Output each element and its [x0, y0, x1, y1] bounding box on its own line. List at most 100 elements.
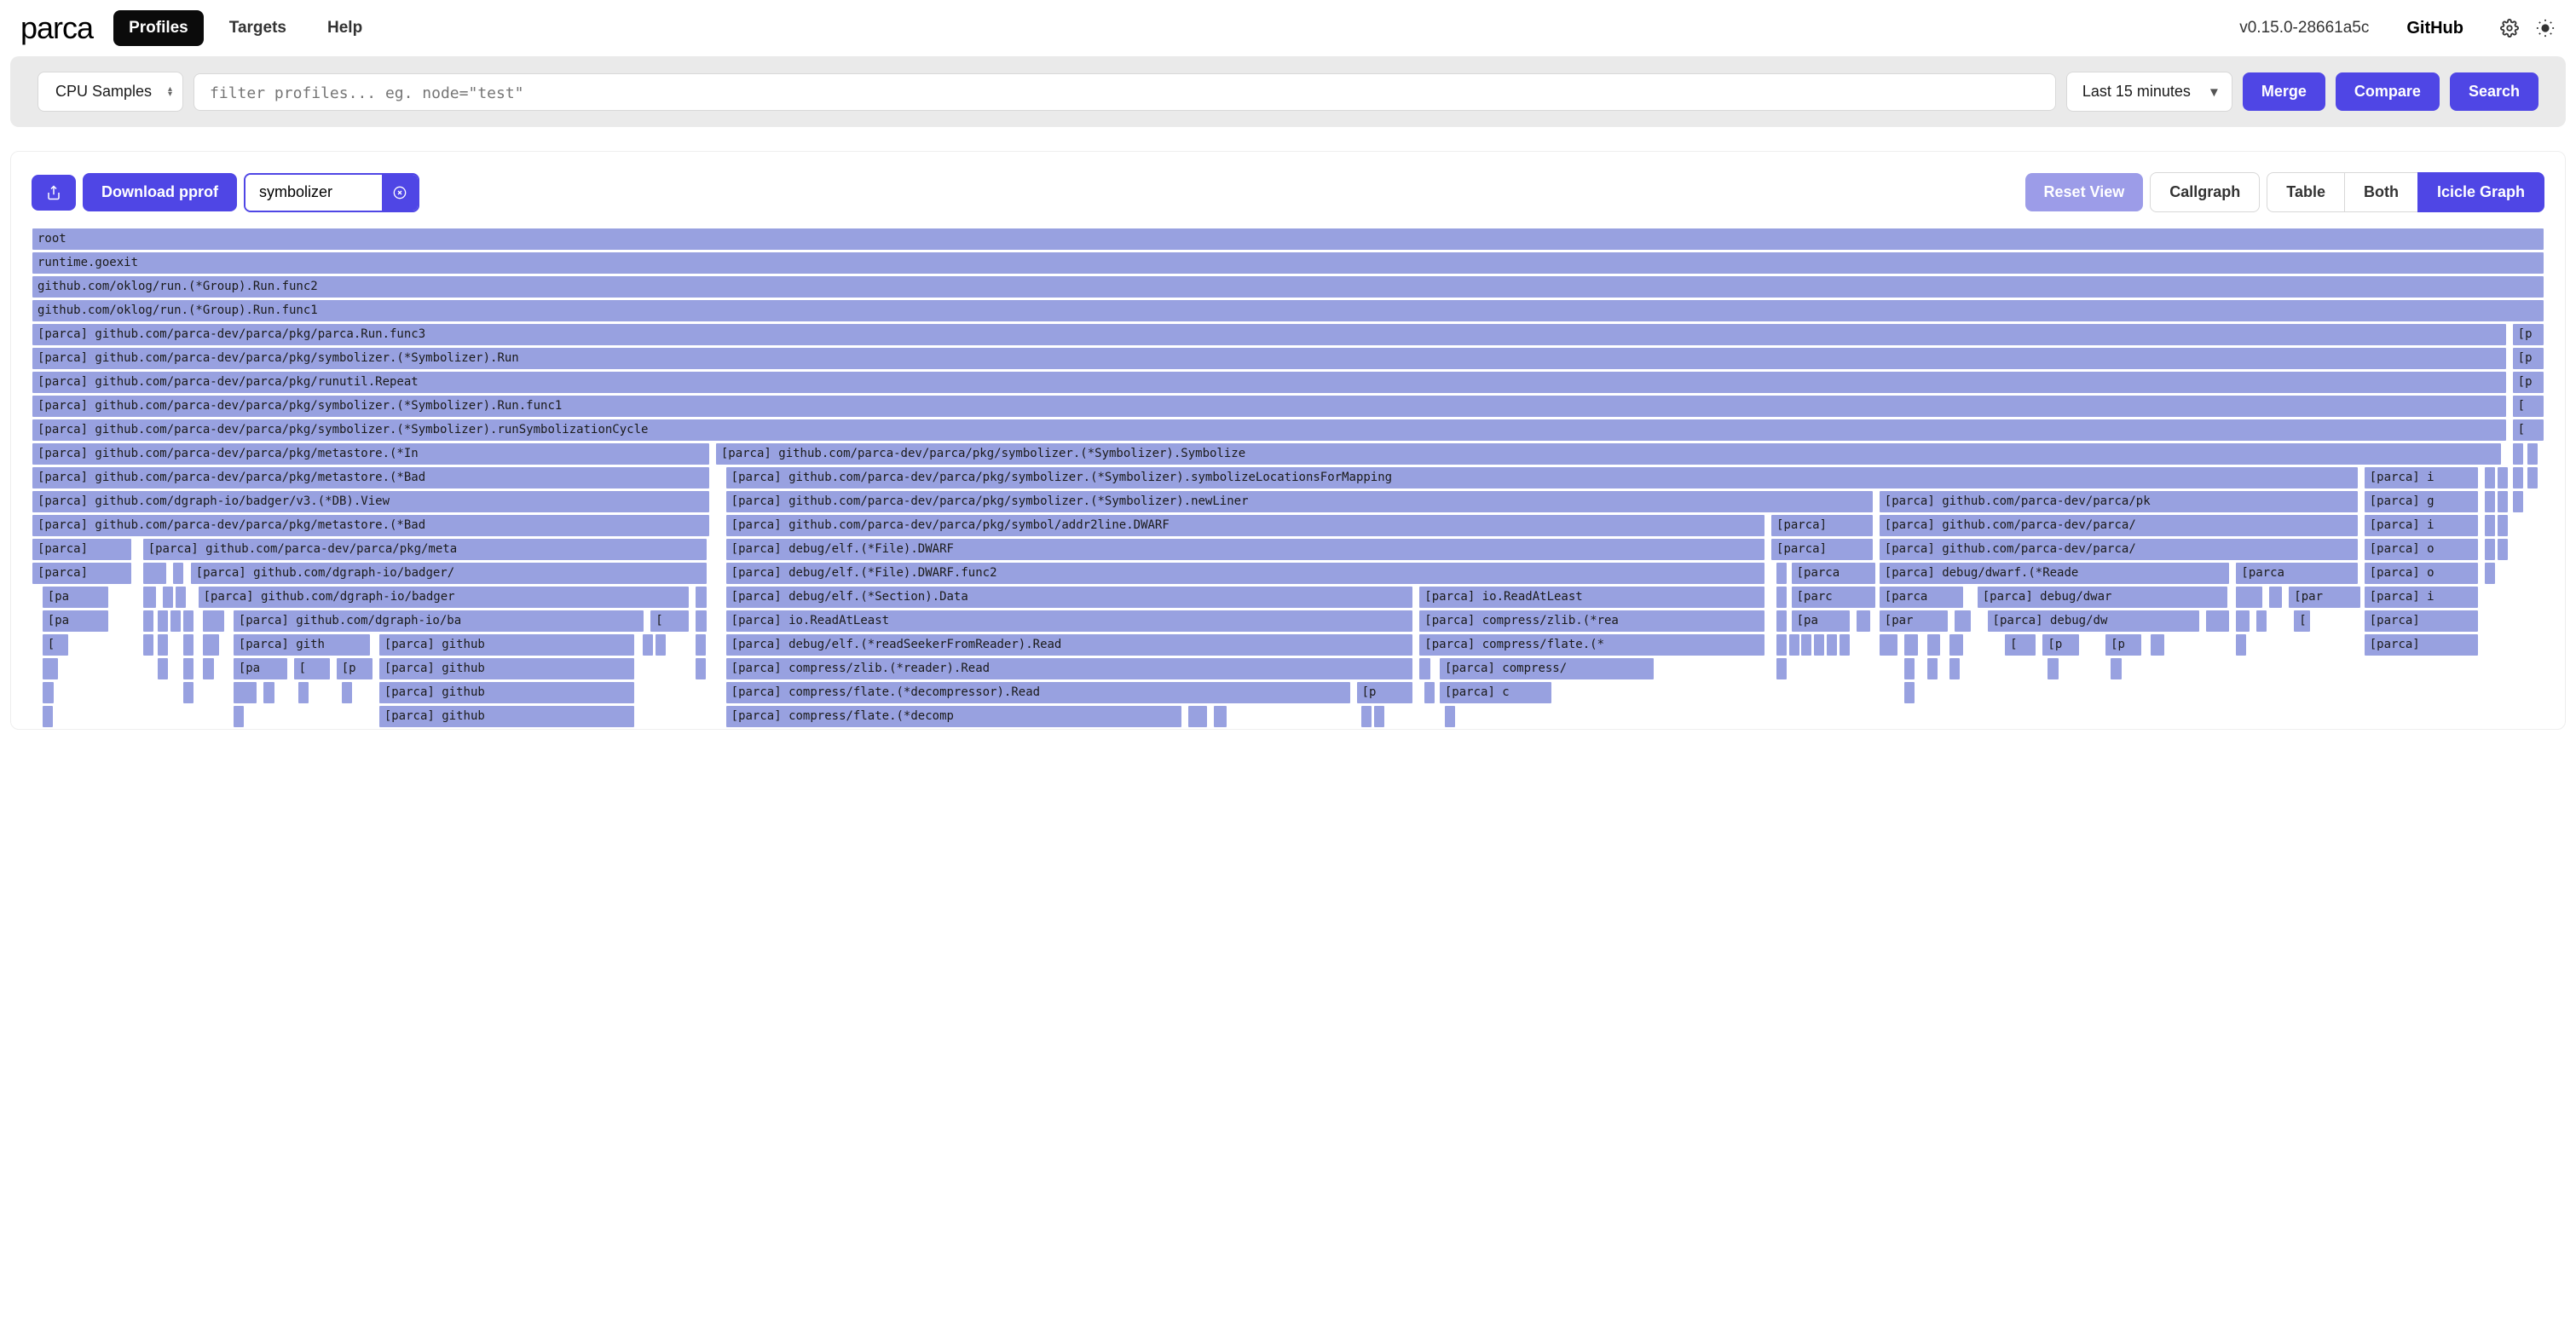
flame-frame[interactable] [695, 610, 708, 633]
flame-frame[interactable] [182, 633, 194, 656]
flame-frame[interactable] [2497, 538, 2509, 561]
flame-frame[interactable] [2205, 610, 2230, 633]
flame-frame[interactable] [42, 705, 54, 728]
flame-frame[interactable] [162, 586, 174, 609]
flame-frame[interactable]: [parca] github.com/parca-dev/parca/pkg/m… [32, 466, 710, 489]
flame-frame[interactable]: [p [2512, 323, 2544, 346]
flame-frame[interactable]: [p [2512, 347, 2544, 370]
flame-frame[interactable]: [ [650, 610, 690, 633]
profile-type-select[interactable]: CPU Samples ▴▾ [38, 72, 183, 112]
flame-frame[interactable]: [parca] compress/zlib.(*rea [1418, 610, 1765, 633]
flame-frame[interactable]: [parca] github.com/dgraph-io/badger/ [190, 562, 708, 585]
flame-frame[interactable]: [parca] io.ReadAtLeast [725, 610, 1414, 633]
flame-frame[interactable] [1776, 562, 1788, 585]
flame-frame[interactable] [172, 562, 184, 585]
flame-frame[interactable] [2484, 562, 2496, 585]
flame-frame[interactable]: [pa [1791, 610, 1851, 633]
flame-frame[interactable]: [parca [1879, 586, 1964, 609]
flame-frame[interactable] [1424, 681, 1435, 704]
flame-frame[interactable] [1879, 633, 1899, 656]
flame-frame[interactable] [2527, 442, 2538, 465]
flame-frame[interactable]: [parca] [32, 538, 132, 561]
flame-frame[interactable] [1418, 657, 1431, 680]
filter-input[interactable] [193, 73, 2056, 111]
flame-frame[interactable] [1926, 633, 1942, 656]
flame-frame[interactable]: [p [1356, 681, 1414, 704]
flame-frame[interactable]: [parca] debug/elf.(*File).DWARF [725, 538, 1765, 561]
flame-frame[interactable] [182, 610, 194, 633]
flame-frame[interactable] [1954, 610, 1972, 633]
flame-frame[interactable] [1776, 657, 1788, 680]
flame-frame[interactable] [2497, 490, 2509, 513]
flame-frame[interactable]: [p [2512, 371, 2544, 394]
flame-frame[interactable] [2110, 657, 2123, 680]
github-link[interactable]: GitHub [2406, 19, 2463, 38]
merge-button[interactable]: Merge [2243, 72, 2325, 111]
flame-frame[interactable] [2484, 538, 2496, 561]
flame-frame[interactable] [2484, 466, 2496, 489]
flame-frame[interactable] [1813, 633, 1825, 656]
flame-frame[interactable] [202, 610, 225, 633]
share-button[interactable] [32, 175, 76, 211]
flame-frame[interactable] [655, 633, 667, 656]
flame-frame[interactable]: runtime.goexit [32, 251, 2544, 275]
flame-frame[interactable]: [par [1879, 610, 1949, 633]
flame-frame[interactable]: [parca] github.com/parca-dev/parca/pkg/s… [32, 395, 2507, 418]
flame-frame[interactable]: [parca] g [2364, 490, 2480, 513]
flame-frame[interactable]: [parca] i [2364, 514, 2480, 537]
flame-frame[interactable] [2268, 586, 2284, 609]
flame-frame[interactable] [2484, 490, 2496, 513]
flame-frame[interactable] [142, 610, 154, 633]
nav-targets[interactable]: Targets [214, 10, 302, 46]
flame-frame[interactable]: [parca] c [1439, 681, 1552, 704]
flame-frame[interactable]: [ [293, 657, 331, 680]
flame-frame[interactable] [42, 657, 60, 680]
theme-icon[interactable] [2535, 18, 2556, 38]
flame-search-input[interactable] [245, 175, 382, 210]
flame-frame[interactable]: [pa [233, 657, 288, 680]
flame-frame[interactable] [2512, 490, 2524, 513]
flame-frame[interactable] [2527, 466, 2538, 489]
flame-frame[interactable] [1826, 633, 1838, 656]
gear-icon[interactable] [2499, 18, 2520, 38]
flame-frame[interactable]: [parca] debug/dwarf.(*Reade [1879, 562, 2231, 585]
flame-frame[interactable]: [parca] github.com/parca-dev/parca/pkg/s… [32, 419, 2507, 442]
flame-frame[interactable] [642, 633, 654, 656]
flame-frame[interactable]: [ [2293, 610, 2311, 633]
flame-frame[interactable] [2047, 657, 2059, 680]
flame-frame[interactable]: [parca] compress/flate.(*decompressor).R… [725, 681, 1351, 704]
flame-frame[interactable]: [parca] github.com/parca-dev/parca/ [1879, 538, 2359, 561]
flame-frame[interactable]: [parca] compress/flate.(* [1418, 633, 1765, 656]
flame-frame[interactable] [1444, 705, 1456, 728]
nav-help[interactable]: Help [312, 10, 378, 46]
flame-frame[interactable]: [parca] debug/elf.(*File).DWARF.func2 [725, 562, 1765, 585]
flame-frame[interactable] [142, 562, 167, 585]
flame-frame[interactable] [175, 586, 187, 609]
flame-frame[interactable] [1776, 610, 1788, 633]
flame-frame[interactable]: [parca [2235, 562, 2358, 585]
flame-frame[interactable]: [parca] [1770, 538, 1874, 561]
flame-frame[interactable] [695, 633, 707, 656]
flame-frame[interactable] [1949, 633, 1964, 656]
flame-frame[interactable]: [pa [42, 610, 110, 633]
flame-frame[interactable]: [parca] [2364, 610, 2480, 633]
flame-frame[interactable] [1903, 681, 1915, 704]
flame-frame[interactable] [1800, 633, 1812, 656]
flame-frame[interactable] [1903, 633, 1919, 656]
flame-frame[interactable] [170, 610, 182, 633]
clear-search-button[interactable] [382, 175, 418, 211]
flame-frame[interactable] [202, 657, 215, 680]
flame-frame[interactable]: [ [42, 633, 69, 656]
flame-frame[interactable] [695, 586, 708, 609]
flame-frame[interactable] [1856, 610, 1871, 633]
flame-frame[interactable]: [parca] debug/elf.(*readSeekerFromReader… [725, 633, 1414, 656]
flame-frame[interactable]: [parca] github.com/parca-dev/parca/pkg/s… [32, 347, 2507, 370]
flame-frame[interactable] [2150, 633, 2165, 656]
flame-frame[interactable]: [parca] github.com/parca-dev/parca/pkg/r… [32, 371, 2507, 394]
flame-frame[interactable] [142, 586, 158, 609]
view-callgraph-button[interactable]: Callgraph [2150, 172, 2260, 212]
flame-frame[interactable]: [parca] github.com/parca-dev/parca/pkg/p… [32, 323, 2507, 346]
flame-frame[interactable]: [parca] o [2364, 538, 2480, 561]
flame-frame[interactable] [202, 633, 220, 656]
flame-frame[interactable]: [parca] github.com/dgraph-io/ba [233, 610, 644, 633]
